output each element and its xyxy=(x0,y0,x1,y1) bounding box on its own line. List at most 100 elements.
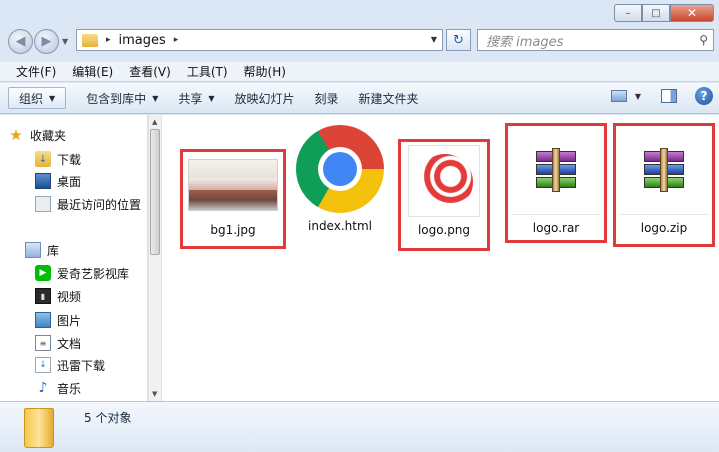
slideshow-button[interactable]: 放映幻灯片 xyxy=(225,87,305,109)
menu-bar: 文件(F) 编辑(E) 查看(V) 工具(T) 帮助(H) xyxy=(0,62,719,82)
breadcrumb-chevron-icon[interactable]: ▸ xyxy=(174,35,179,45)
scroll-up-icon[interactable]: ▲ xyxy=(152,118,157,126)
search-input[interactable]: 搜索 images ⚲ xyxy=(477,29,714,51)
back-button[interactable]: ◀ xyxy=(8,29,33,54)
sidebar-item-label: 收藏夹 xyxy=(30,128,67,143)
video-icon: ▮ xyxy=(35,288,51,304)
scrollbar-thumb[interactable] xyxy=(150,129,160,255)
file-list: bg1.jpg index.html logo.png logo.rar log xyxy=(162,115,719,401)
sidebar-scrollbar[interactable]: ▲ ▼ xyxy=(148,115,161,401)
sidebar-item-libraries[interactable]: 库 xyxy=(25,239,59,261)
pictures-icon xyxy=(35,312,51,328)
window-controls: – □ ✕ xyxy=(614,4,714,22)
recent-places-icon xyxy=(35,196,51,212)
winrar-archive-icon xyxy=(644,147,684,192)
chevron-down-icon: ▼ xyxy=(152,93,159,103)
include-in-library-label: 包含到库中 xyxy=(86,91,147,106)
burn-button[interactable]: 刻录 xyxy=(305,87,349,109)
file-item-logo-png[interactable]: logo.png xyxy=(403,145,485,237)
file-item-bg1[interactable]: bg1.jpg xyxy=(184,155,282,237)
menu-file[interactable]: 文件(F) xyxy=(8,63,64,80)
close-button[interactable]: ✕ xyxy=(670,4,714,22)
menu-edit[interactable]: 编辑(E) xyxy=(64,63,121,80)
menu-help[interactable]: 帮助(H) xyxy=(236,63,294,80)
sidebar-item-desktop[interactable]: 桌面 xyxy=(35,170,81,192)
organize-button[interactable]: 组织 ▼ xyxy=(8,87,67,109)
desktop-icon xyxy=(35,173,51,189)
folder-icon xyxy=(24,408,54,448)
address-row: ◀ ▶ ▼ ▸ images ▸ ▼ ↻ 搜索 images ⚲ xyxy=(0,27,719,57)
sidebar-item-label: 库 xyxy=(47,243,60,258)
sidebar-item-documents[interactable]: ≡ 文档 xyxy=(35,332,81,354)
folder-icon xyxy=(82,33,98,47)
phoenix-logo-icon xyxy=(417,154,473,210)
address-bar[interactable]: ▸ images ▸ ▼ xyxy=(76,29,443,51)
sidebar-item-label: 爱奇艺影视库 xyxy=(57,266,130,281)
sidebar-item-pictures[interactable]: 图片 xyxy=(35,309,81,331)
change-view-icon[interactable] xyxy=(610,90,627,102)
navigation-pane: ★ 收藏夹 ↓ 下载 桌面 最近访问的位置 库 ▶ 爱奇艺影视库 ▮ 视频 图片… xyxy=(0,115,148,401)
breadcrumb-images[interactable]: images xyxy=(119,33,166,48)
share-button[interactable]: 共享 ▼ xyxy=(168,87,224,109)
image-thumbnail xyxy=(188,159,278,211)
address-dropdown-icon[interactable]: ▼ xyxy=(431,35,437,44)
refresh-button[interactable]: ↻ xyxy=(446,29,471,51)
file-item-index-html[interactable]: index.html xyxy=(294,125,386,233)
downloads-folder-icon: ↓ xyxy=(35,151,51,167)
forward-button[interactable]: ▶ xyxy=(34,29,59,54)
toolbar-right: ▼ ? xyxy=(610,87,713,105)
iqiyi-icon: ▶ xyxy=(35,265,51,281)
sidebar-item-xunlei-downloads[interactable]: ↓ 迅雷下载 xyxy=(35,354,105,376)
sidebar-item-label: 迅雷下载 xyxy=(57,358,106,373)
organize-label: 组织 xyxy=(19,91,44,106)
scroll-down-icon[interactable]: ▼ xyxy=(152,390,157,398)
chevron-down-icon: ▼ xyxy=(208,93,215,103)
sidebar-item-label: 音乐 xyxy=(57,381,82,396)
file-item-logo-rar[interactable]: logo.rar xyxy=(511,127,601,235)
back-arrow-icon: ◀ xyxy=(15,34,26,49)
share-label: 共享 xyxy=(178,91,203,106)
documents-icon: ≡ xyxy=(35,335,51,351)
command-toolbar: 组织 ▼ 包含到库中 ▼ 共享 ▼ 放映幻灯片 刻录 新建文件夹 ▼ ? xyxy=(0,83,719,114)
sidebar-item-downloads[interactable]: ↓ 下载 xyxy=(35,148,81,170)
file-name: logo.zip xyxy=(640,221,688,235)
include-in-library-button[interactable]: 包含到库中 ▼ xyxy=(76,87,168,109)
star-icon: ★ xyxy=(9,126,23,144)
details-pane: 5 个对象 xyxy=(0,401,719,452)
file-name: logo.rar xyxy=(532,221,580,235)
help-icon[interactable]: ? xyxy=(695,87,713,105)
search-icon[interactable]: ⚲ xyxy=(699,33,708,47)
file-name: logo.png xyxy=(417,223,471,237)
sidebar-item-recent-places[interactable]: 最近访问的位置 xyxy=(35,193,141,215)
preview-pane-icon[interactable] xyxy=(661,89,677,103)
sidebar-item-videos[interactable]: ▮ 视频 xyxy=(35,285,81,307)
sidebar-item-label: 桌面 xyxy=(57,174,82,189)
recent-pages-dropdown-icon[interactable]: ▼ xyxy=(62,37,68,46)
breadcrumb-chevron-icon[interactable]: ▸ xyxy=(106,35,111,45)
xunlei-icon: ↓ xyxy=(35,357,51,373)
maximize-button[interactable]: □ xyxy=(642,4,670,22)
search-placeholder: 搜索 images xyxy=(486,34,564,50)
forward-arrow-icon: ▶ xyxy=(41,34,52,49)
chrome-icon xyxy=(296,125,384,213)
file-name: bg1.jpg xyxy=(210,223,256,237)
menu-tools[interactable]: 工具(T) xyxy=(179,63,236,80)
music-note-icon: ♪ xyxy=(38,380,48,396)
sidebar-item-label: 最近访问的位置 xyxy=(57,197,142,212)
sidebar-item-favorites[interactable]: ★ 收藏夹 xyxy=(8,124,66,146)
chevron-down-icon: ▼ xyxy=(49,93,56,103)
view-options-dropdown-icon[interactable]: ▼ xyxy=(635,92,641,101)
file-item-logo-zip[interactable]: logo.zip xyxy=(619,127,709,235)
sidebar-item-music[interactable]: ♪ 音乐 xyxy=(35,377,81,399)
new-folder-button[interactable]: 新建文件夹 xyxy=(349,87,429,109)
winrar-archive-icon xyxy=(536,147,576,192)
file-name: index.html xyxy=(308,219,372,233)
item-count: 5 个对象 xyxy=(84,411,132,425)
archive-thumbnail xyxy=(619,127,709,215)
menu-view[interactable]: 查看(V) xyxy=(121,63,179,80)
image-thumbnail xyxy=(408,145,480,217)
sidebar-item-label: 下载 xyxy=(57,152,82,167)
sidebar-item-iqiyi-library[interactable]: ▶ 爱奇艺影视库 xyxy=(35,262,129,284)
archive-thumbnail xyxy=(511,127,601,215)
minimize-button[interactable]: – xyxy=(614,4,642,22)
